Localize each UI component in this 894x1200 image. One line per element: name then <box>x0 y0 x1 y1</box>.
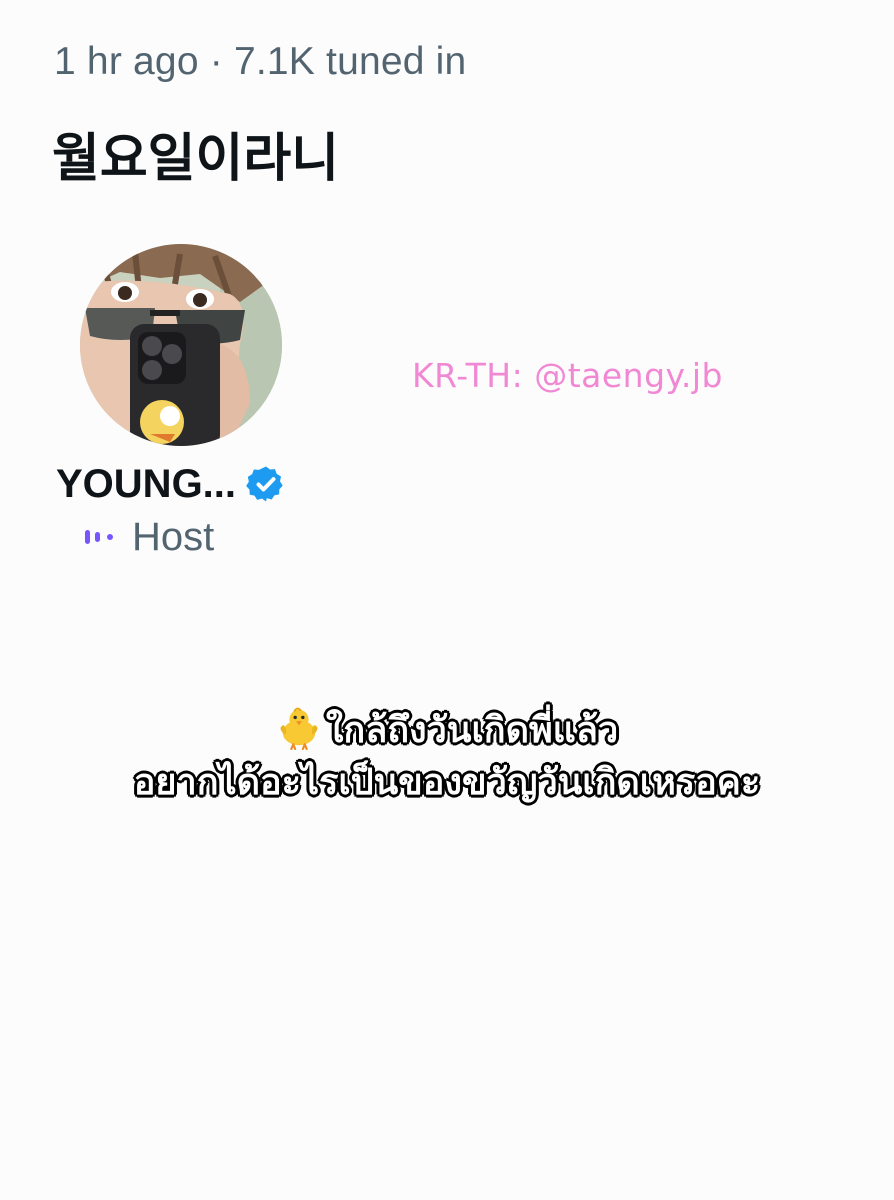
verified-badge-icon <box>246 466 283 502</box>
translation-credit: KR-TH: @taengy.jb <box>412 356 723 395</box>
caption-text-1: ใกล้ถึงวันเกิดพี่แล้ว <box>325 710 619 751</box>
space-meta: 1 hr ago · 7.1K tuned in <box>54 40 467 83</box>
host-role-row: Host <box>84 514 214 560</box>
space-title: 월요일이라니 <box>52 129 340 189</box>
host-role: Host <box>132 514 215 559</box>
subtitle-caption: ใกล้ถึงวันเกิดพี่แล้ว อยากได้อะไรเป็นของ… <box>0 704 894 809</box>
host-avatar[interactable] <box>80 244 282 446</box>
speaking-bars-icon <box>85 530 113 544</box>
baby-chick-icon <box>280 707 318 750</box>
avatar-photo <box>80 244 282 446</box>
host-name-row[interactable]: YOUNG... <box>56 456 286 512</box>
caption-line-1: ใกล้ถึงวันเกิดพี่แล้ว <box>0 704 894 757</box>
host-name: YOUNG... <box>56 461 237 506</box>
caption-line-2: อยากได้อะไรเป็นของขวัญวันเกิดเหรอคะ <box>133 762 761 803</box>
